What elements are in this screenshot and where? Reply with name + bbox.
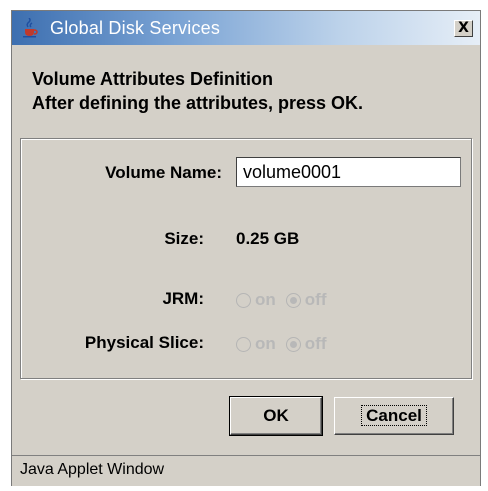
jrm-off-label: off: [304, 290, 327, 309]
heading-line-1: Volume Attributes Definition: [32, 69, 273, 89]
cancel-button[interactable]: Cancel: [334, 397, 454, 435]
dialog-window: Global Disk Services X Volume Attributes…: [11, 10, 481, 486]
title-bar[interactable]: Global Disk Services X: [12, 11, 480, 45]
volume-name-label: Volume Name:: [105, 163, 222, 182]
physical-slice-off-label: off: [304, 334, 327, 353]
physical-slice-radio-group: on off: [236, 334, 337, 354]
physical-slice-label: Physical Slice:: [84, 333, 204, 352]
jrm-on-label: on: [255, 290, 276, 309]
status-bar: Java Applet Window: [12, 455, 480, 486]
volume-name-input[interactable]: [236, 157, 461, 187]
size-label: Size:: [164, 229, 204, 248]
jrm-label: JRM:: [162, 289, 204, 308]
jrm-off-radio[interactable]: [285, 292, 301, 308]
ok-button[interactable]: OK: [229, 396, 323, 436]
physical-slice-off-radio[interactable]: [285, 336, 301, 352]
status-text: Java Applet Window: [20, 461, 165, 478]
java-cup-icon: [23, 18, 38, 38]
cancel-button-label: Cancel: [361, 405, 427, 426]
jrm-on-radio[interactable]: [236, 292, 251, 308]
dialog-heading: Volume Attributes Definition After defin…: [32, 67, 363, 115]
physical-slice-on-label: on: [255, 334, 276, 353]
window-title: Global Disk Services: [50, 18, 221, 38]
jrm-radio-group: on off: [236, 290, 337, 310]
heading-line-2: After defining the attributes, press OK.: [32, 93, 364, 113]
physical-slice-on-radio[interactable]: [236, 336, 251, 352]
close-icon[interactable]: X: [454, 20, 473, 37]
size-value: 0.25 GB: [236, 229, 300, 248]
